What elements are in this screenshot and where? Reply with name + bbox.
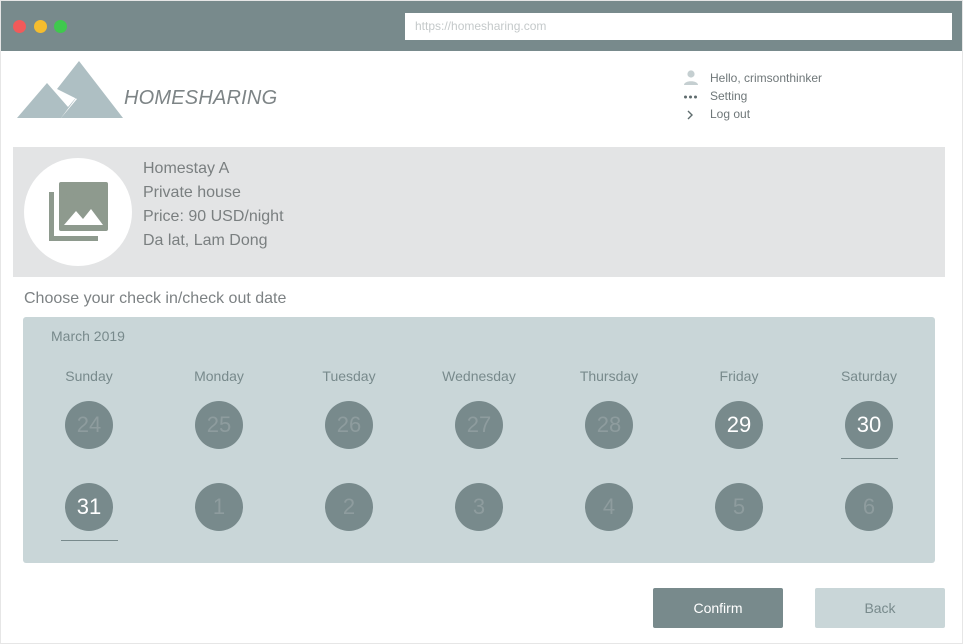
user-menu: Hello, crimsonthinker Setting Log out — [682, 69, 822, 123]
listing-photo — [24, 158, 132, 266]
logout-label: Log out — [710, 107, 751, 121]
calendar-day-27[interactable]: 27 — [455, 401, 503, 449]
address-bar[interactable]: https://homesharing.com — [405, 13, 952, 40]
calendar-day-6[interactable]: 6 — [845, 483, 893, 531]
setting-label: Setting — [710, 89, 748, 103]
close-window-button[interactable] — [13, 20, 26, 33]
date-calendar: March 2019 Sunday Monday Tuesday Wednesday T… — [23, 317, 935, 563]
weekday-header-thursday: Thursday — [579, 368, 639, 384]
logout-item[interactable]: Log out — [682, 105, 822, 123]
weekday-header-friday: Friday — [719, 368, 759, 384]
date-prompt: Choose your check in/check out date — [24, 290, 287, 307]
listing-price: Price: 90 USD/night — [143, 208, 284, 225]
selected-day-underline — [61, 540, 118, 541]
user-icon — [684, 70, 698, 85]
calendar-day-5[interactable]: 5 — [715, 483, 763, 531]
back-button[interactable]: Back — [815, 588, 945, 628]
browser-window: https://homesharing.com HOMESHARING Hell… — [0, 0, 963, 644]
chevron-right-icon — [687, 110, 693, 120]
calendar-day-1[interactable]: 1 — [195, 483, 243, 531]
calendar-day-25[interactable]: 25 — [195, 401, 243, 449]
listing-info: Homestay A Private house Price: 90 USD/n… — [143, 157, 284, 253]
weekday-header-wednesday: Wednesday — [442, 368, 516, 384]
calendar-day-31[interactable]: 31 — [65, 483, 113, 531]
more-dots-icon — [684, 95, 697, 99]
weekday-header-tuesday: Tuesday — [322, 368, 376, 384]
confirm-button[interactable]: Confirm — [653, 588, 783, 628]
greeting-item[interactable]: Hello, crimsonthinker — [682, 69, 822, 87]
mountain-logo-icon — [17, 61, 123, 118]
setting-item[interactable]: Setting — [682, 87, 822, 105]
calendar-day-28[interactable]: 28 — [585, 401, 633, 449]
calendar-day-24[interactable]: 24 — [65, 401, 113, 449]
maximize-window-button[interactable] — [54, 20, 67, 33]
listing-summary: Homestay A Private house Price: 90 USD/n… — [13, 147, 945, 277]
listing-location: Da lat, Lam Dong — [143, 232, 268, 249]
listing-type: Private house — [143, 184, 241, 201]
calendar-day-2[interactable]: 2 — [325, 483, 373, 531]
weekday-header-monday: Monday — [194, 368, 244, 384]
browser-chrome: https://homesharing.com — [1, 1, 962, 51]
calendar-day-4[interactable]: 4 — [585, 483, 633, 531]
calendar-day-30[interactable]: 30 — [845, 401, 893, 449]
selected-day-underline — [841, 458, 898, 459]
image-gallery-icon — [49, 182, 108, 241]
greeting-label: Hello, crimsonthinker — [710, 71, 823, 85]
listing-name: Homestay A — [143, 160, 230, 177]
weekday-header-saturday: Saturday — [840, 368, 898, 384]
month-label: March 2019 — [51, 328, 125, 344]
calendar-day-29[interactable]: 29 — [715, 401, 763, 449]
brand-name[interactable]: HOMESHARING — [124, 87, 277, 110]
calendar-day-3[interactable]: 3 — [455, 483, 503, 531]
calendar-day-26[interactable]: 26 — [325, 401, 373, 449]
minimize-window-button[interactable] — [34, 20, 47, 33]
weekday-header-sunday: Sunday — [65, 368, 113, 384]
